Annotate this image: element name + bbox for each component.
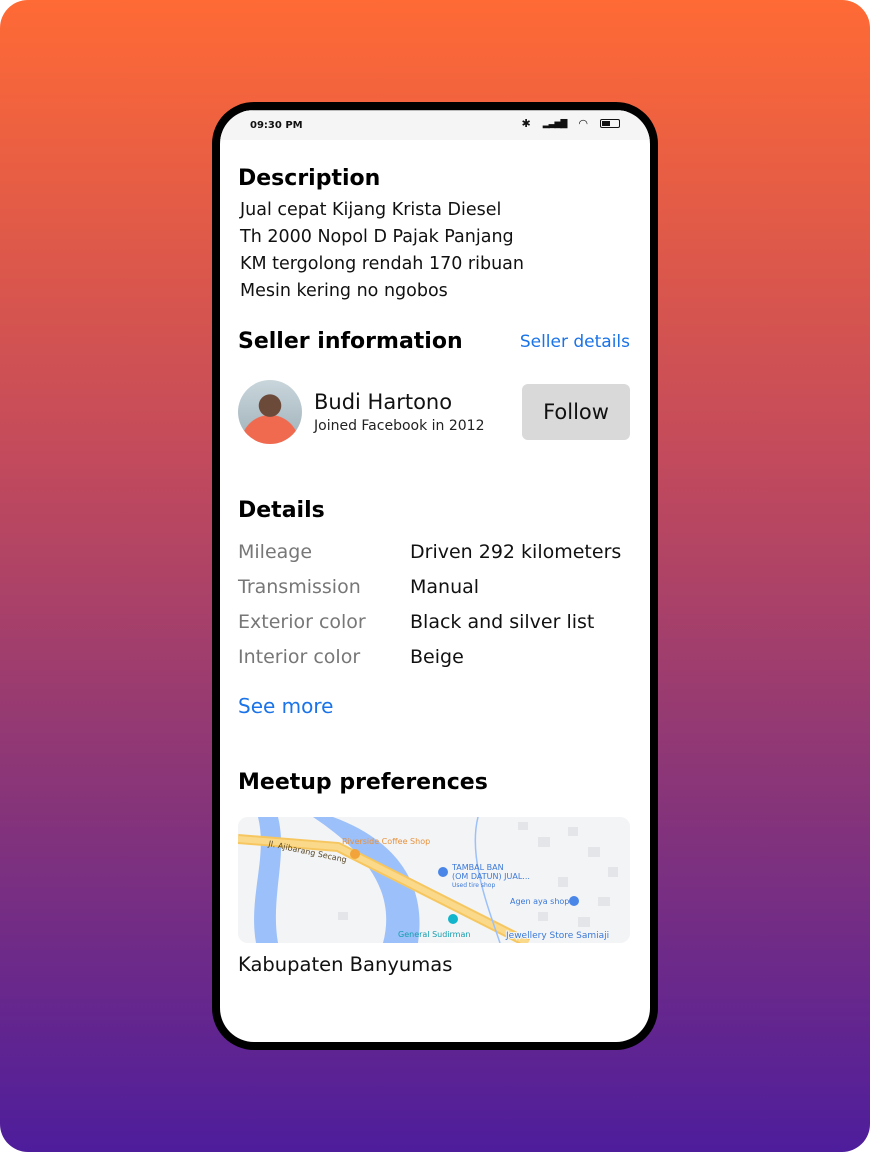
shop-pin-icon: [438, 867, 448, 877]
shop-pin-icon: [569, 896, 579, 906]
map-label: Jewellery Store Samiaji: [505, 931, 609, 941]
map-label: (OM DATUN) JUAL...: [452, 872, 530, 881]
status-time: 09:30 PM: [250, 120, 303, 131]
description-title: Description: [238, 166, 381, 191]
detail-value: Manual: [410, 576, 480, 598]
wifi-icon: ◠: [578, 117, 588, 130]
description-text: Jual cepat Kijang Krista Diesel Th 2000 …: [238, 197, 630, 305]
seller-name[interactable]: Budi Hartono: [314, 390, 484, 414]
follow-button[interactable]: Follow: [522, 384, 630, 440]
description-line: Mesin kering no ngobos: [240, 281, 448, 301]
map-label: Agen aya shop: [510, 897, 569, 906]
detail-value: Driven 292 kilometers: [410, 541, 622, 563]
map-label: Riverside Coffee Shop: [342, 837, 430, 846]
description-line: Jual cepat Kijang Krista Diesel: [240, 200, 502, 220]
detail-value: Black and silver list: [410, 611, 595, 633]
seller-card: Budi Hartono Joined Facebook in 2012 Fol…: [238, 380, 630, 444]
map-label: TAMBAL BAN: [451, 863, 504, 872]
meetup-title: Meetup preferences: [238, 770, 488, 795]
screen: 09:30 PM ✱ ▂▃▅▇ ◠ Description Jual cepat…: [220, 110, 650, 1042]
description-line: KM tergolong rendah 170 ribuan: [240, 254, 524, 274]
map-label: General Sudirman: [398, 930, 470, 939]
description-line: Th 2000 Nopol D Pajak Panjang: [240, 227, 514, 247]
detail-value: Beige: [410, 646, 464, 668]
map-label: Used tire shop: [452, 882, 495, 889]
details-list: Mileage Driven 292 kilometers Transmissio…: [238, 541, 630, 668]
see-more-link[interactable]: See more: [238, 694, 630, 718]
status-bar: 09:30 PM ✱ ▂▃▅▇ ◠: [220, 110, 650, 140]
seller-joined: Joined Facebook in 2012: [314, 418, 485, 434]
seller-title: Seller information: [238, 329, 463, 354]
coffee-pin-icon: [350, 849, 360, 859]
detail-label: Transmission: [238, 576, 361, 598]
avatar[interactable]: [238, 380, 302, 444]
detail-label: Exterior color: [238, 611, 366, 633]
battery-icon: [600, 119, 620, 128]
detail-label: Interior color: [238, 646, 361, 668]
signal-icon: ▂▃▅▇: [542, 118, 568, 129]
details-title: Details: [238, 498, 325, 523]
phone-frame: 09:30 PM ✱ ▂▃▅▇ ◠ Description Jual cepat…: [212, 102, 658, 1050]
museum-pin-icon: [448, 914, 458, 924]
bluetooth-icon: ✱: [521, 117, 531, 130]
map[interactable]: Jl. Ajibarang Secang Riverside Coffee Sh…: [238, 817, 630, 943]
seller-details-link[interactable]: Seller details: [520, 332, 630, 352]
detail-label: Mileage: [238, 541, 313, 563]
meetup-location: Kabupaten Banyumas: [238, 953, 453, 976]
